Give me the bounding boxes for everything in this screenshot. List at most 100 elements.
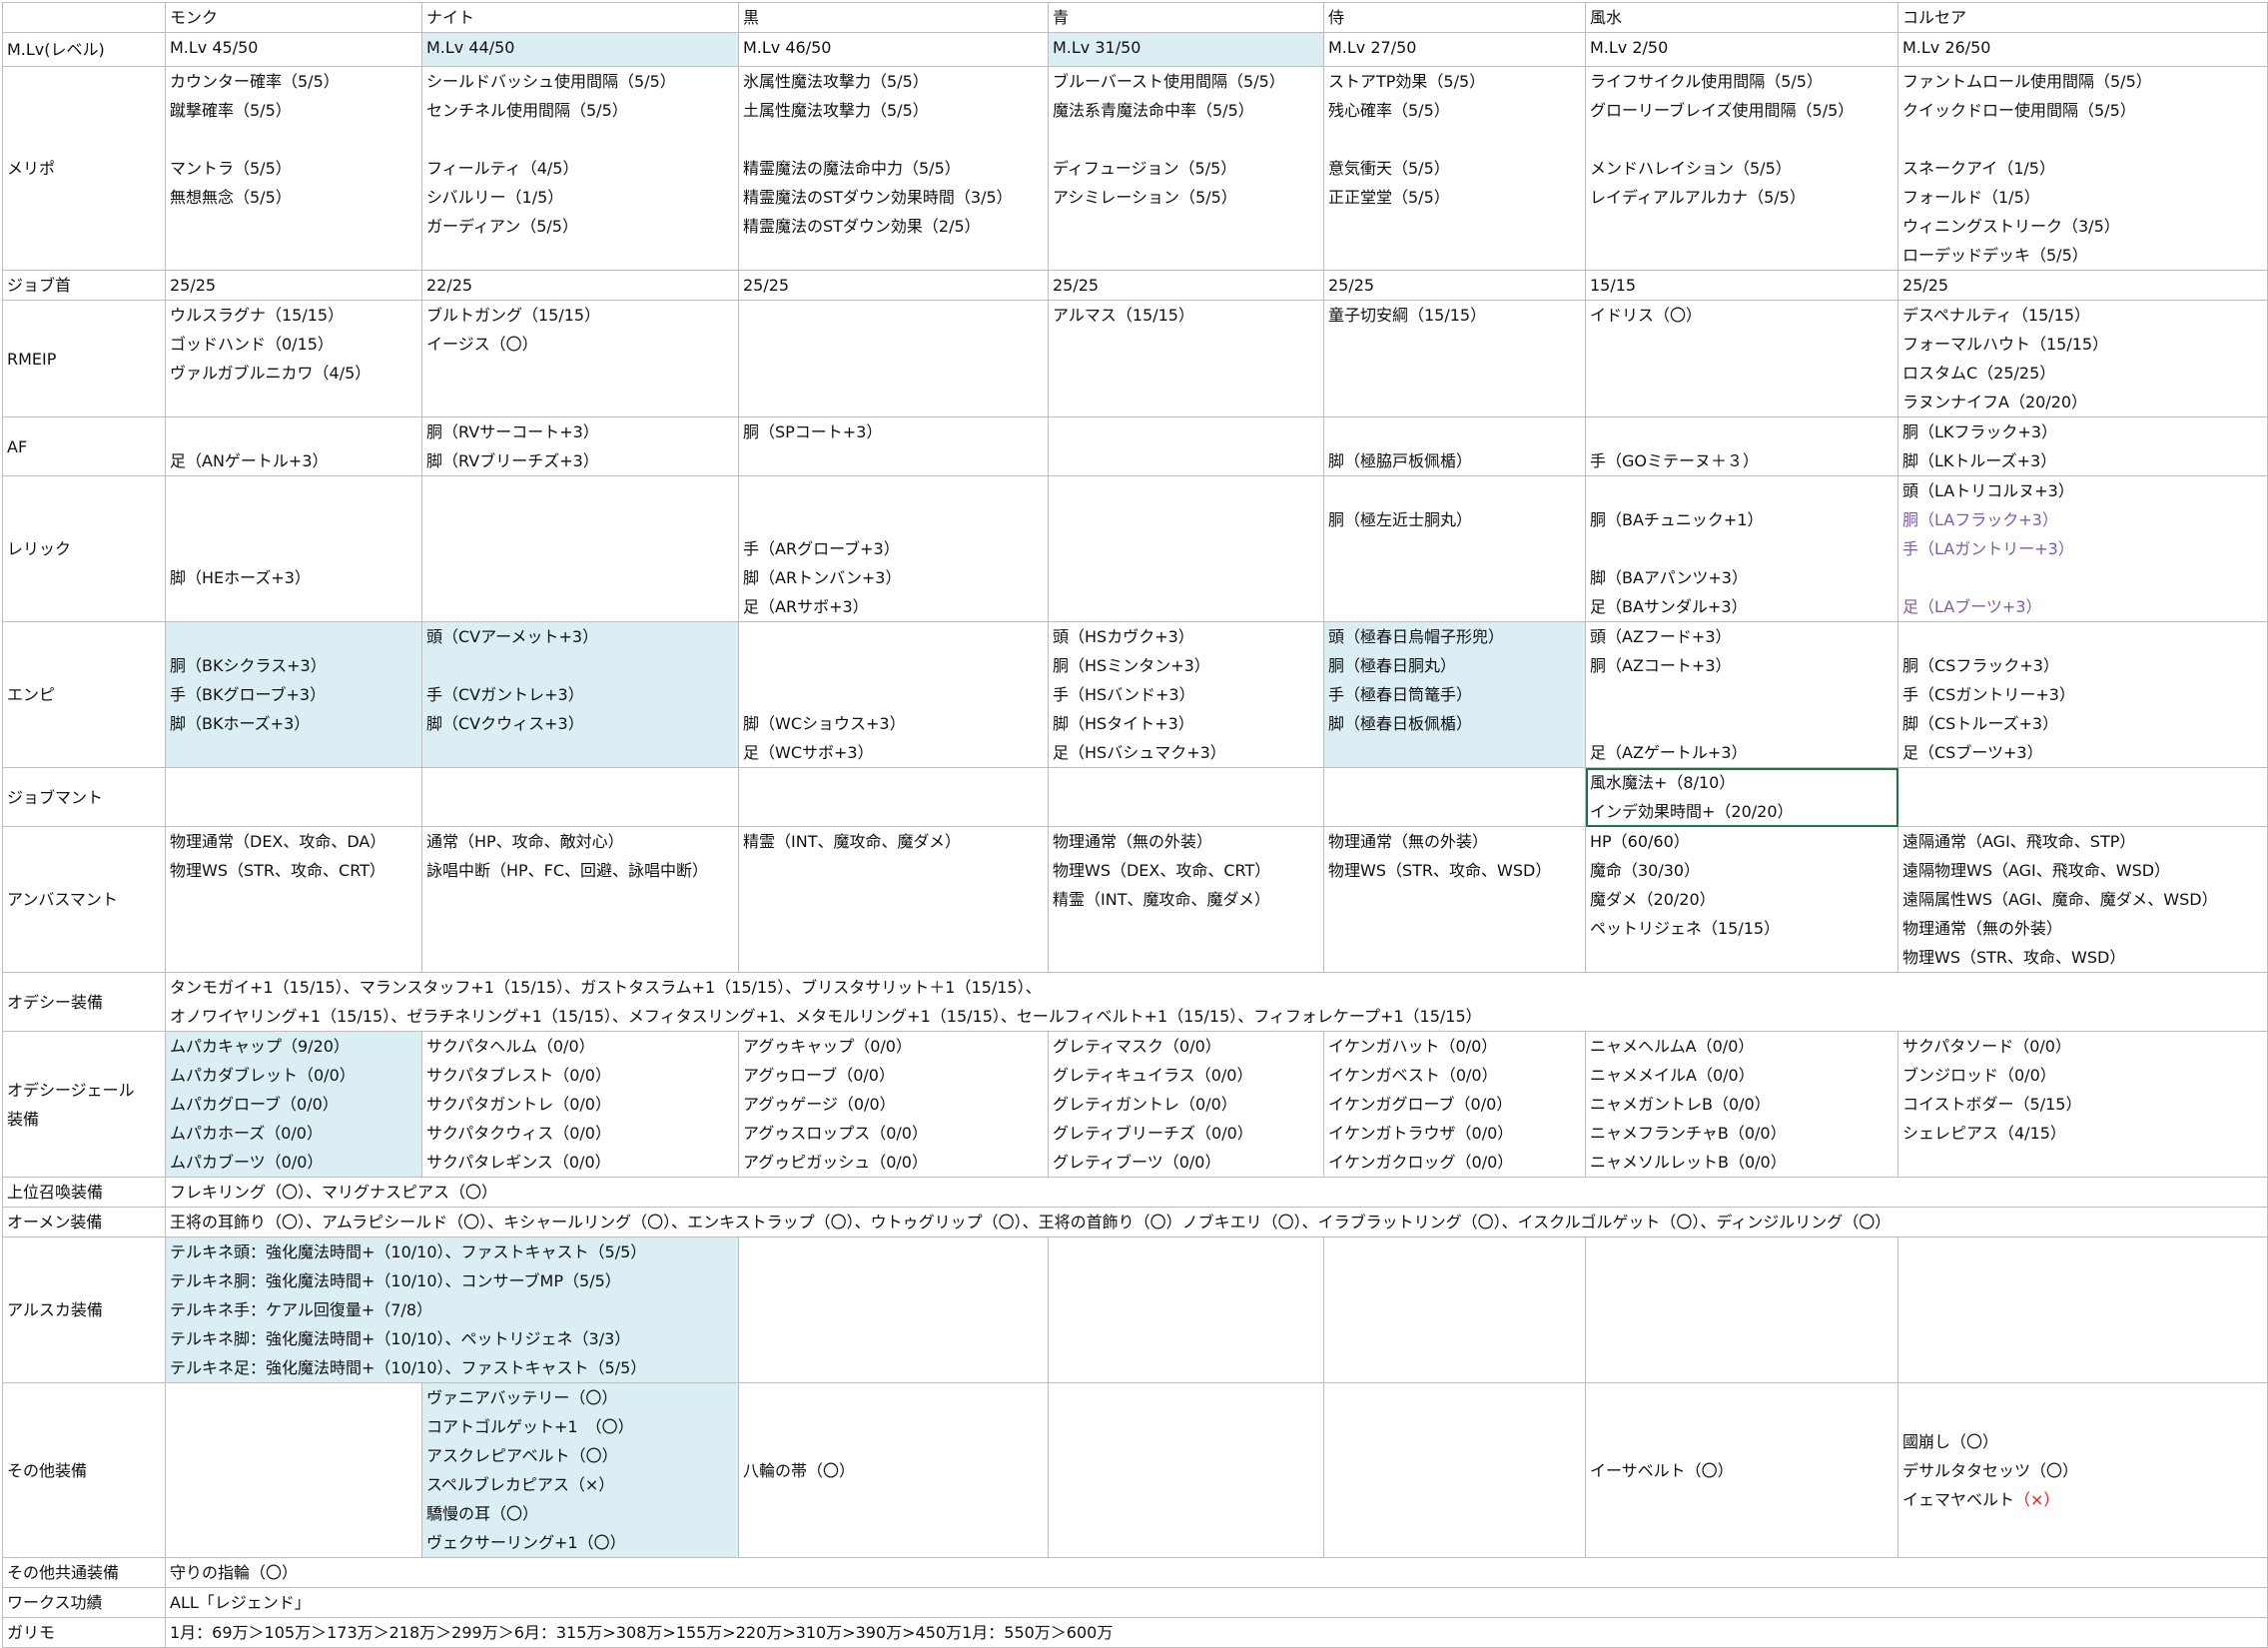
rmeip-cell[interactable]: ウルスラグナ（15/15） ゴッドハンド（0/15） ヴァルガブルニカワ（4/5） (165, 300, 422, 417)
merit-cell[interactable]: ファントムロール使用間隔（5/5） クイックドロー使用間隔（5/5） スネークアイ（… (1897, 66, 2268, 271)
jobpoints-cell[interactable]: 15/15 (1585, 270, 1898, 301)
mlv-cell[interactable]: M.Lv 27/50 (1323, 32, 1586, 67)
merit-cell[interactable]: カウンター確率（5/5） 蹴撃確率（5/5） マントラ（5/5） 無想無念（5/5） (165, 66, 422, 271)
mantle-cell[interactable] (421, 767, 739, 827)
sheol-cell[interactable]: ムパカキャップ（9/20） ムパカダブレット（0/0） ムパカグローブ（0/0） ムパ… (165, 1031, 422, 1178)
row-label-gallimaufry[interactable]: ガリモ (2, 1617, 166, 1648)
mantle-cell[interactable] (165, 767, 422, 827)
ambu-cell[interactable]: 物理通常（無の外装） 物理WS（DEX、攻命、CRT） 精霊（INT、魔攻命、魔ダメ… (1048, 826, 1324, 973)
mlv-cell[interactable]: M.Lv 44/50 (421, 32, 739, 67)
sheol-cell[interactable]: グレティマスク（0/0） グレティキュイラス（0/0） グレティガントレ（0/0） グ… (1048, 1031, 1324, 1178)
af-cell[interactable]: 手（GOミテーヌ＋３） (1585, 416, 1898, 476)
odyssey-cell[interactable]: タンモガイ+1（15/15）、マランスタッフ+1（15/15）、ガストタスラム+… (165, 972, 2268, 1032)
ambu-cell[interactable]: 物理通常（DEX、攻命、DA） 物理WS（STR、攻命、CRT） (165, 826, 422, 973)
mantle-cell[interactable] (1048, 767, 1324, 827)
jobpoints-cell[interactable]: 25/25 (738, 270, 1049, 301)
sheol-cell[interactable]: ニャメヘルムA（0/0） ニャメメイルA（0/0） ニャメガントレB（0/0） ニャメ… (1585, 1031, 1898, 1178)
mantle-cell[interactable] (738, 767, 1049, 827)
rmeip-cell[interactable]: 童子切安綱（15/15） (1323, 300, 1586, 417)
summon-cell[interactable]: フレキリング（〇）、マリグナスピアス（〇） (165, 1177, 2268, 1208)
af-cell[interactable] (1048, 416, 1324, 476)
row-label-mantle[interactable]: ジョブマント (2, 767, 166, 827)
aeonic-cell[interactable] (1897, 1236, 2268, 1383)
row-label-sheol[interactable]: オデシージェール 装備 (2, 1031, 166, 1178)
af-cell[interactable]: 胴（SPコート+3） (738, 416, 1049, 476)
empy-cell[interactable]: 胴（BKシクラス+3） 手（BKグローブ+3） 脚（BKホーズ+3） (165, 621, 422, 768)
jobpoints-cell[interactable]: 25/25 (1323, 270, 1586, 301)
aeonic-cell[interactable] (1048, 1236, 1324, 1383)
relic-cell[interactable]: 頭（LAトリコルヌ+3） 胴（LAフラック+3） 手（LAガントリー+3） 足（LAブ… (1897, 475, 2268, 622)
row-label-af[interactable]: AF (2, 416, 166, 476)
job-header[interactable]: 黒 (738, 2, 1049, 33)
relic-cell[interactable] (1048, 475, 1324, 622)
works-cell[interactable]: ALL「レジェンド」 (165, 1587, 2268, 1618)
jobpoints-cell[interactable]: 25/25 (1048, 270, 1324, 301)
sheol-cell[interactable]: サクパタソード（0/0） ブンジロッド（0/0） コイストボダー（5/15） シェレピ… (1897, 1031, 2268, 1178)
other-cell[interactable] (1323, 1382, 1586, 1558)
row-label-relic[interactable]: レリック (2, 475, 166, 622)
job-header[interactable]: 侍 (1323, 2, 1586, 33)
merit-cell[interactable]: ライフサイクル使用間隔（5/5） グローリーブレイズ使用間隔（5/5） メンドハレイ… (1585, 66, 1898, 271)
jobpoints-cell[interactable]: 25/25 (165, 270, 422, 301)
mlv-cell[interactable]: M.Lv 46/50 (738, 32, 1049, 67)
mantle-cell[interactable] (1897, 767, 2268, 827)
empy-cell[interactable]: 胴（CSフラック+3） 手（CSガントリー+3） 脚（CSトルーズ+3） 足（CSブー… (1897, 621, 2268, 768)
mantle-cell-selected[interactable]: 風水魔法+（8/10） インデ効果時間+（20/20） (1585, 767, 1898, 827)
other-cell[interactable] (1048, 1382, 1324, 1558)
af-cell[interactable]: 胴（RVサーコート+3） 脚（RVブリーチズ+3） (421, 416, 739, 476)
rmeip-cell[interactable] (738, 300, 1049, 417)
ambu-cell[interactable]: 物理通常（無の外装） 物理WS（STR、攻命、WSD） (1323, 826, 1586, 973)
rmeip-cell[interactable]: ブルトガング（15/15） イージス（〇） (421, 300, 739, 417)
row-label-odyssey[interactable]: オデシー装備 (2, 972, 166, 1032)
aeonic-cell[interactable] (738, 1236, 1049, 1383)
job-header[interactable]: ナイト (421, 2, 739, 33)
merit-cell[interactable]: ストアTP効果（5/5） 残心確率（5/5） 意気衝天（5/5） 正正堂堂（5/5） (1323, 66, 1586, 271)
ambu-cell[interactable]: 遠隔通常（AGI、飛攻命、STP） 遠隔物理WS（AGI、飛攻命、WSD） 遠隔属性… (1897, 826, 2268, 973)
merit-cell[interactable]: 氷属性魔法攻撃力（5/5） 土属性魔法攻撃力（5/5） 精霊魔法の魔法命中力（5/5… (738, 66, 1049, 271)
aeonic-cell[interactable] (1585, 1236, 1898, 1383)
row-label-empy[interactable]: エンピ (2, 621, 166, 768)
row-label-jobpoints[interactable]: ジョブ首 (2, 270, 166, 301)
corner-cell[interactable] (2, 2, 166, 33)
job-header[interactable]: 風水 (1585, 2, 1898, 33)
sheol-cell[interactable]: アグゥキャップ（0/0） アグゥローブ（0/0） アグゥゲージ（0/0） アグゥスロッ… (738, 1031, 1049, 1178)
row-label-aeonic[interactable]: アルスカ装備 (2, 1236, 166, 1383)
relic-cell[interactable]: 胴（極左近士胴丸） (1323, 475, 1586, 622)
jobpoints-cell[interactable]: 22/25 (421, 270, 739, 301)
mantle-cell[interactable] (1323, 767, 1586, 827)
ambu-cell[interactable]: HP（60/60） 魔命（30/30） 魔ダメ（20/20） ペットリジェネ（15/1… (1585, 826, 1898, 973)
job-header[interactable]: モンク (165, 2, 422, 33)
af-cell[interactable]: 足（ANゲートル+3） (165, 416, 422, 476)
jobpoints-cell[interactable]: 25/25 (1897, 270, 2268, 301)
rmeip-cell[interactable]: イドリス（〇） (1585, 300, 1898, 417)
other-cell[interactable]: イーサベルト（〇） (1585, 1382, 1898, 1558)
mlv-cell[interactable]: M.Lv 26/50 (1897, 32, 2268, 67)
merit-cell[interactable]: シールドバッシュ使用間隔（5/5） センチネル使用間隔（5/5） フィールティ（4/… (421, 66, 739, 271)
row-label-common[interactable]: その他共通装備 (2, 1557, 166, 1588)
row-label-other[interactable]: その他装備 (2, 1382, 166, 1558)
empy-cell[interactable]: 頭（CVアーメット+3） 手（CVガントレ+3） 脚（CVクウィス+3） (421, 621, 739, 768)
relic-cell[interactable]: 脚（HEホーズ+3） (165, 475, 422, 622)
aeonic-cell[interactable] (1323, 1236, 1586, 1383)
merit-cell[interactable]: ブルーバースト使用間隔（5/5） 魔法系青魔法命中率（5/5） ディフュージョン（5… (1048, 66, 1324, 271)
rmeip-cell[interactable]: アルマス（15/15） (1048, 300, 1324, 417)
empy-cell[interactable]: 頭（HSカヴク+3） 胴（HSミンタン+3） 手（HSバンド+3） 脚（HSタイト+3… (1048, 621, 1324, 768)
gallimaufry-cell[interactable]: 1月：69万＞105万＞173万＞218万＞299万＞6月：315万>308万>… (165, 1617, 2268, 1648)
empy-cell[interactable]: 脚（WCショウス+3） 足（WCサボ+3） (738, 621, 1049, 768)
job-header[interactable]: コルセア (1897, 2, 2268, 33)
rmeip-cell[interactable]: デスペナルティ（15/15） フォーマルハウト（15/15） ロスタムC（25/25… (1897, 300, 2268, 417)
sheol-cell[interactable]: サクパタヘルム（0/0） サクパタブレスト（0/0） サクパタガントレ（0/0） サク… (421, 1031, 739, 1178)
row-label-ambu[interactable]: アンバスマント (2, 826, 166, 973)
row-label-omen[interactable]: オーメン装備 (2, 1207, 166, 1237)
relic-cell[interactable] (421, 475, 739, 622)
row-label-merit[interactable]: メリポ (2, 66, 166, 271)
other-cell[interactable]: ヴァニアバッテリー（〇） コアトゴルゲット+1 （〇） アスクレピアベルト（〇） スペ… (421, 1382, 739, 1558)
empy-cell[interactable]: 頭（AZフード+3） 胴（AZコート+3） 足（AZゲートル+3） (1585, 621, 1898, 768)
empy-cell[interactable]: 頭（極春日烏帽子形兜） 胴（極春日胴丸） 手（極春日筒篭手） 脚（極春日板佩楯） (1323, 621, 1586, 768)
ambu-cell[interactable]: 通常（HP、攻命、敵対心） 詠唱中断（HP、FC、回避、詠唱中断） (421, 826, 739, 973)
common-cell[interactable]: 守りの指輪（〇） (165, 1557, 2268, 1588)
af-cell[interactable]: 脚（極脇戸板佩楯） (1323, 416, 1586, 476)
other-cell-cor[interactable]: 國崩し（〇） デサルタタセッツ（〇） イェマヤベルト（×） (1897, 1382, 2268, 1558)
af-cell[interactable]: 胴（LKフラック+3） 脚（LKトルーズ+3） (1897, 416, 2268, 476)
row-label-works[interactable]: ワークス功績 (2, 1587, 166, 1618)
